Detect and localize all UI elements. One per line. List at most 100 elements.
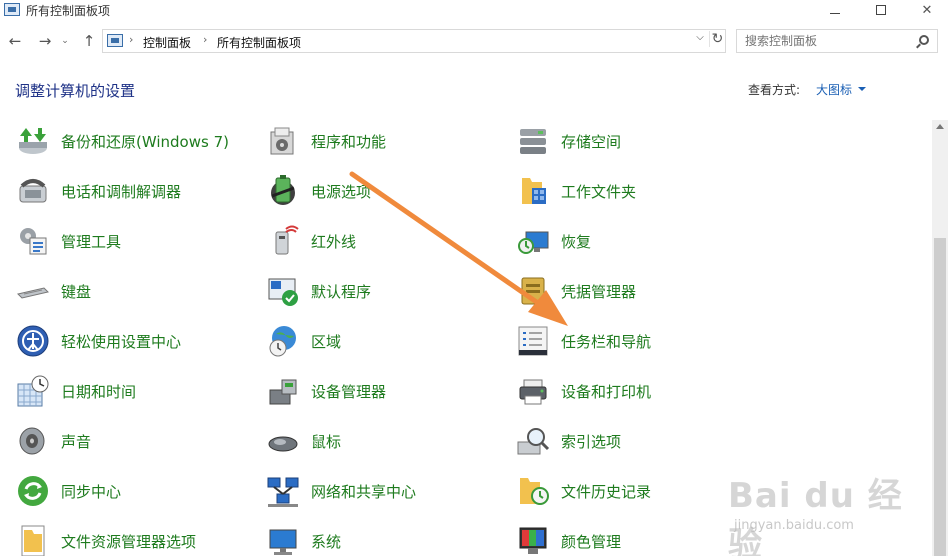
maximize-icon	[876, 5, 886, 15]
scroll-thumb[interactable]	[934, 238, 946, 556]
item-label: 轻松使用设置中心	[61, 332, 182, 351]
item-color-management[interactable]: 颜色管理	[516, 521, 621, 556]
item-indexing-options[interactable]: 索引选项	[516, 421, 621, 461]
item-infrared[interactable]: 红外线	[266, 221, 356, 261]
forward-arrow-icon: →	[38, 32, 52, 50]
vertical-scrollbar[interactable]	[932, 120, 948, 556]
chevron-down-icon: ⌄	[61, 36, 69, 46]
item-label: 声音	[61, 432, 92, 451]
network-sharing-icon	[266, 474, 300, 508]
recovery-icon	[516, 224, 550, 258]
item-label: 鼠标	[311, 432, 342, 451]
item-label: 键盘	[61, 282, 92, 301]
minimize-icon	[830, 12, 840, 14]
item-region[interactable]: 区域	[266, 321, 341, 361]
item-system[interactable]: 系统	[266, 521, 341, 556]
item-programs-features[interactable]: 程序和功能	[266, 121, 386, 161]
sound-icon	[16, 424, 50, 458]
item-network-sharing[interactable]: 网络和共享中心	[266, 471, 416, 511]
item-sound[interactable]: 声音	[16, 421, 91, 461]
back-button[interactable]: ←	[4, 30, 26, 52]
item-file-history[interactable]: 文件历史记录	[516, 471, 651, 511]
item-date-time[interactable]: 日期和时间	[16, 371, 136, 411]
item-label: 设备管理器	[311, 382, 387, 401]
devices-printers-icon	[516, 374, 550, 408]
search-icon[interactable]	[919, 35, 929, 45]
view-by-dropdown[interactable]: 大图标	[816, 81, 852, 98]
explorer-options-icon	[16, 524, 50, 556]
item-mouse[interactable]: 鼠标	[266, 421, 341, 461]
caret-down-icon[interactable]	[858, 87, 866, 91]
taskbar-navigation-icon	[516, 324, 550, 358]
breadcrumb-control-panel[interactable]: 控制面板	[143, 34, 191, 51]
item-work-folders[interactable]: 工作文件夹	[516, 171, 636, 211]
forward-button[interactable]: →	[34, 30, 56, 52]
item-taskbar-navigation[interactable]: 任务栏和导航	[516, 321, 651, 361]
up-button[interactable]: ↑	[78, 30, 100, 52]
device-manager-icon	[266, 374, 300, 408]
item-label: 电话和调制解调器	[61, 182, 182, 201]
phone-modem-icon	[16, 174, 50, 208]
title-bar: 所有控制面板项 ✕	[0, 0, 948, 20]
item-sync-center[interactable]: 同步中心	[16, 471, 121, 511]
infrared-icon	[266, 224, 300, 258]
control-panel-icon	[4, 3, 20, 16]
item-label: 日期和时间	[61, 382, 137, 401]
item-label: 区域	[311, 332, 342, 351]
navigation-bar: ← → ⌄ ↑ › 控制面板 › 所有控制面板项 ⌵ ↻	[0, 26, 948, 56]
scroll-up-icon[interactable]	[936, 124, 944, 129]
item-label: 颜色管理	[561, 532, 622, 551]
item-keyboard[interactable]: 键盘	[16, 271, 91, 311]
item-admin-tools[interactable]: 管理工具	[16, 221, 121, 261]
item-label: 默认程序	[311, 282, 372, 301]
admin-tools-icon	[16, 224, 50, 258]
minimize-button[interactable]	[812, 0, 858, 20]
item-label: 系统	[311, 532, 342, 551]
watermark-logo: Bai du 经验	[728, 476, 903, 556]
item-backup-restore[interactable]: 备份和还原(Windows 7)	[16, 121, 229, 161]
view-by-label: 查看方式:	[748, 83, 801, 97]
default-programs-icon	[266, 274, 300, 308]
address-bar[interactable]: › 控制面板 › 所有控制面板项 ⌵ ↻	[102, 29, 726, 53]
backup-restore-icon	[16, 124, 50, 158]
item-storage-spaces[interactable]: 存储空间	[516, 121, 621, 161]
item-label: 红外线	[311, 232, 357, 251]
item-label: 文件资源管理器选项	[61, 532, 197, 551]
up-arrow-icon: ↑	[82, 32, 96, 50]
item-label: 程序和功能	[311, 132, 387, 151]
item-ease-of-access[interactable]: 轻松使用设置中心	[16, 321, 181, 361]
item-devices-printers[interactable]: 设备和打印机	[516, 371, 651, 411]
item-label: 存储空间	[561, 132, 622, 151]
item-recovery[interactable]: 恢复	[516, 221, 591, 261]
address-dropdown-button[interactable]: ⌵	[693, 32, 707, 43]
item-label: 索引选项	[561, 432, 622, 451]
item-label: 恢复	[561, 232, 592, 251]
item-label: 任务栏和导航	[561, 332, 652, 351]
breadcrumb-all-items[interactable]: 所有控制面板项	[217, 34, 301, 51]
item-label: 凭据管理器	[561, 282, 637, 301]
watermark-url: jingyan.baidu.com	[734, 518, 854, 533]
search-input[interactable]	[745, 34, 905, 48]
item-explorer-options[interactable]: 文件资源管理器选项	[16, 521, 196, 556]
item-default-programs[interactable]: 默认程序	[266, 271, 371, 311]
item-credential-manager[interactable]: 凭据管理器	[516, 271, 636, 311]
search-box[interactable]	[736, 29, 938, 53]
item-label: 文件历史记录	[561, 482, 652, 501]
maximize-button[interactable]	[858, 0, 904, 20]
item-label: 网络和共享中心	[311, 482, 417, 501]
item-power-options[interactable]: 电源选项	[266, 171, 371, 211]
power-options-icon	[266, 174, 300, 208]
programs-features-icon	[266, 124, 300, 158]
region-icon	[266, 324, 300, 358]
refresh-button[interactable]: ↻	[709, 31, 725, 47]
item-label: 设备和打印机	[561, 382, 652, 401]
indexing-options-icon	[516, 424, 550, 458]
recent-locations-button[interactable]: ⌄	[58, 30, 72, 52]
color-management-icon	[516, 524, 550, 556]
item-device-manager[interactable]: 设备管理器	[266, 371, 386, 411]
system-icon	[266, 524, 300, 556]
close-button[interactable]: ✕	[904, 0, 948, 20]
item-label: 备份和还原(Windows 7)	[61, 132, 229, 151]
item-phone-modem[interactable]: 电话和调制解调器	[16, 171, 181, 211]
window-title: 所有控制面板项	[26, 4, 111, 18]
